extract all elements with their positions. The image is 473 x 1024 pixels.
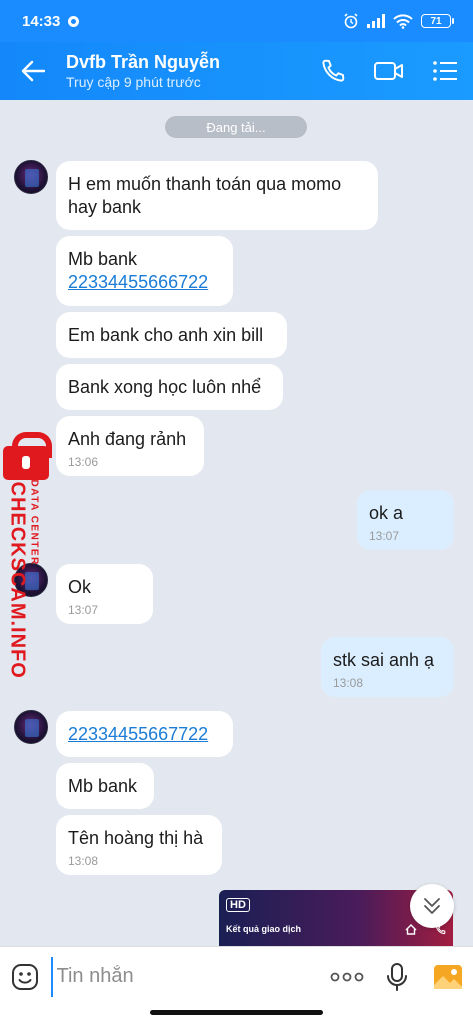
more-dots-icon xyxy=(330,972,364,981)
message-bubble[interactable]: Anh đang rảnh 13:06 xyxy=(56,416,204,476)
last-seen: Truy cập 9 phút trước xyxy=(66,74,201,90)
video-call-button[interactable] xyxy=(361,42,417,100)
message-bubble[interactable]: Bank xong học luôn nhể xyxy=(56,364,283,410)
message-bubble[interactable]: Em bank cho anh xin bill xyxy=(56,312,287,358)
list-menu-icon xyxy=(433,61,457,81)
message-composer xyxy=(0,946,473,1006)
message-bubble-outgoing[interactable]: stk sai anh ạ 13:08 xyxy=(321,637,454,697)
microphone-icon xyxy=(387,962,408,991)
message-time: 13:08 xyxy=(68,854,99,868)
battery-icon: 71 xyxy=(421,14,454,28)
contact-name: Dvfb Trần Nguyễn xyxy=(66,52,221,72)
status-bar: 14:33 71 xyxy=(0,0,473,42)
avatar[interactable] xyxy=(14,160,48,194)
contact-info[interactable]: Dvfb Trần Nguyễn Truy cập 9 phút trước xyxy=(66,51,305,91)
home-gesture-bar[interactable] xyxy=(150,1010,323,1015)
message-bubble-outgoing[interactable]: ok a 13:07 xyxy=(357,490,454,550)
messenger-notification-icon xyxy=(68,15,80,27)
message-text: Bank xong học luôn nhể xyxy=(68,377,262,397)
message-text: Em bank cho anh xin bill xyxy=(68,325,264,345)
arrow-left-icon xyxy=(21,60,45,82)
scroll-to-bottom-button[interactable] xyxy=(410,884,454,928)
phone-icon xyxy=(322,59,345,82)
sticker-button[interactable] xyxy=(0,947,51,1007)
status-icons: 71 xyxy=(343,13,454,29)
signal-icon xyxy=(367,14,385,28)
status-time: 14:33 xyxy=(22,12,61,30)
emoji-face-icon xyxy=(12,963,39,990)
message-input[interactable] xyxy=(50,956,322,997)
message-text: H em muốn thanh toán qua momo hay bank xyxy=(68,174,342,217)
message-bubble[interactable]: Tên hoàng thị hà 13:08 xyxy=(56,815,222,875)
avatar[interactable] xyxy=(14,710,48,744)
voice-record-button[interactable] xyxy=(372,947,423,1007)
account-number-link[interactable]: 22334455666722 xyxy=(68,272,208,292)
chat-header: Dvfb Trần Nguyễn Truy cập 9 phút trước xyxy=(0,42,473,100)
message-bubble[interactable]: Mb bank xyxy=(56,763,154,809)
message-time: 13:07 xyxy=(369,529,400,543)
account-number-link[interactable]: 22334455667722 xyxy=(68,724,208,744)
message-text: Mb bank xyxy=(68,249,138,269)
home-icon xyxy=(405,924,417,935)
more-options-button[interactable] xyxy=(322,947,373,1007)
voice-call-button[interactable] xyxy=(305,42,361,100)
message-bubble[interactable]: 22334455667722 xyxy=(56,711,233,757)
message-time: 13:06 xyxy=(68,455,99,469)
message-bubble[interactable]: H em muốn thanh toán qua momo hay bank xyxy=(56,161,378,230)
preview-caption: Kết quả giao dịch xyxy=(226,924,302,934)
message-time: 13:08 xyxy=(333,676,364,690)
avatar[interactable] xyxy=(14,563,48,597)
message-time: 13:07 xyxy=(68,603,99,617)
message-text: ok a xyxy=(369,503,404,523)
message-text: Ok xyxy=(68,577,92,597)
loading-indicator: Đang tải... xyxy=(165,116,307,138)
message-text: stk sai anh ạ xyxy=(333,650,435,670)
message-text: Mb bank xyxy=(68,776,138,796)
message-bubble[interactable]: Ok 13:07 xyxy=(56,564,153,624)
hd-badge: HD xyxy=(226,898,250,912)
double-chevron-down-icon xyxy=(424,898,440,914)
back-button[interactable] xyxy=(0,42,66,100)
system-navigation-bar xyxy=(0,1006,473,1024)
wifi-icon xyxy=(393,13,413,29)
photo-picker-button[interactable] xyxy=(423,947,473,1007)
message-bubble[interactable]: Mb bank 22334455666722 xyxy=(56,236,233,306)
image-gallery-icon xyxy=(433,964,462,989)
message-text: Tên hoàng thị hà xyxy=(68,828,204,848)
alarm-icon xyxy=(344,13,358,29)
video-camera-icon xyxy=(374,62,403,80)
options-menu-button[interactable] xyxy=(417,42,473,100)
message-list[interactable]: Đang tải... H em muốn thanh toán qua mom… xyxy=(0,100,473,946)
message-text: Anh đang rảnh xyxy=(68,429,187,449)
